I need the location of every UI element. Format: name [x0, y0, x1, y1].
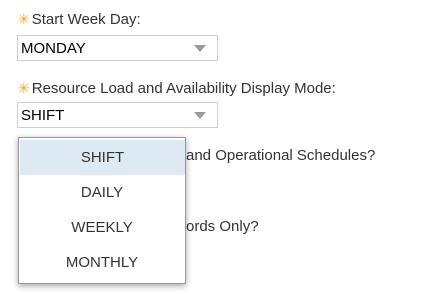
hidden-question-1-fragment: and Operational Schedules?: [186, 147, 376, 164]
display-mode-label: ✳ Resource Load and Availability Display …: [18, 79, 336, 98]
dropdown-option-daily[interactable]: DAILY: [19, 175, 185, 210]
dropdown-option-monthly[interactable]: MONTHLY: [19, 245, 185, 280]
required-asterisk-icon: ✳: [18, 11, 30, 27]
chevron-down-icon[interactable]: [183, 36, 217, 60]
start-week-day-label: ✳ Start Week Day:: [18, 10, 141, 29]
hidden-question-2-fragment: ords Only?: [186, 218, 259, 235]
chevron-down-icon[interactable]: [183, 103, 217, 127]
required-asterisk-icon: ✳: [18, 80, 30, 96]
display-mode-value: SHIFT: [21, 106, 65, 124]
dropdown-option-weekly[interactable]: WEEKLY: [19, 210, 185, 245]
start-week-day-label-text: Start Week Day:: [31, 11, 141, 28]
display-mode-label-text: Resource Load and Availability Display M…: [31, 80, 336, 97]
display-mode-dropdown-list: SHIFT DAILY WEEKLY MONTHLY: [18, 137, 186, 284]
start-week-day-value: MONDAY: [21, 39, 86, 57]
display-mode-select[interactable]: SHIFT: [17, 102, 218, 128]
dropdown-option-shift[interactable]: SHIFT: [20, 140, 185, 175]
start-week-day-select[interactable]: MONDAY: [17, 35, 218, 61]
